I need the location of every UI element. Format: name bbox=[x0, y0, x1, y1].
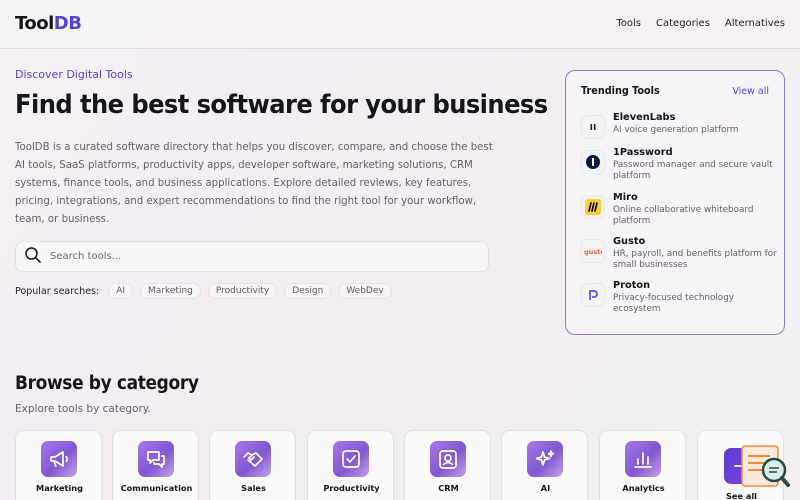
category-card-productivity[interactable]: Productivity bbox=[307, 430, 394, 500]
page-title: Find the best software for your business bbox=[15, 90, 548, 120]
popular-chip-productivity[interactable]: Productivity bbox=[207, 283, 278, 299]
category-label: Marketing bbox=[36, 483, 83, 493]
trending-item-desc: Password manager and secure vault platfo… bbox=[613, 160, 773, 181]
category-card-analytics[interactable]: Analytics bbox=[599, 430, 686, 500]
logo-accent-text: DB bbox=[53, 13, 82, 34]
search-input[interactable] bbox=[50, 251, 470, 262]
miro-logo-icon bbox=[581, 195, 605, 219]
site-header: ToolDB Tools Categories Alternatives bbox=[0, 0, 800, 49]
trending-title: Trending Tools bbox=[581, 85, 660, 97]
category-label: Productivity bbox=[323, 483, 380, 493]
handshake-icon bbox=[235, 441, 271, 477]
nav-alternatives[interactable]: Alternatives bbox=[725, 18, 785, 29]
trending-item-desc: Online collaborative whiteboard platform bbox=[613, 205, 754, 226]
chat-bubbles-icon bbox=[138, 441, 174, 477]
checkbox-icon bbox=[333, 441, 369, 477]
popular-searches-label: Popular searches: bbox=[15, 285, 100, 297]
popular-chip-design[interactable]: Design bbox=[284, 283, 332, 299]
main-nav: Tools Categories Alternatives bbox=[616, 18, 785, 29]
category-card-marketing[interactable]: Marketing bbox=[15, 430, 102, 500]
category-label: CRM bbox=[438, 483, 459, 493]
popular-chip-webdev[interactable]: WebDev bbox=[338, 283, 392, 299]
trending-item-name: ElevenLabs bbox=[613, 112, 676, 123]
trending-item-name: Miro bbox=[613, 192, 638, 203]
trending-item-name: Proton bbox=[613, 280, 651, 291]
megaphone-icon bbox=[41, 441, 77, 477]
category-card-crm[interactable]: CRM bbox=[404, 430, 491, 500]
category-label: AI bbox=[540, 483, 551, 493]
category-label: Analytics bbox=[622, 483, 665, 493]
logo-text: Tool bbox=[15, 13, 54, 34]
popular-chip-marketing[interactable]: Marketing bbox=[140, 283, 201, 299]
popular-chip-ai[interactable]: AI bbox=[108, 283, 134, 299]
bar-chart-icon bbox=[625, 441, 661, 477]
trending-tools-card: Trending Tools View all ElevenLabs AI vo… bbox=[565, 70, 785, 335]
category-label: Sales bbox=[241, 483, 266, 493]
logo[interactable]: ToolDB bbox=[15, 13, 82, 34]
hero-description: ToolDB is a curated software directory t… bbox=[15, 142, 493, 225]
category-card-sales[interactable]: Sales bbox=[209, 430, 296, 500]
hero-eyebrow: Discover Digital Tools bbox=[15, 68, 133, 81]
category-label: Communication bbox=[120, 483, 193, 493]
gusto-logo-icon: gusto bbox=[581, 239, 605, 263]
nav-tools[interactable]: Tools bbox=[616, 18, 641, 29]
nav-categories[interactable]: Categories bbox=[656, 18, 710, 29]
browse-subtitle: Explore tools by category. bbox=[15, 403, 151, 415]
document-search-icon bbox=[740, 445, 790, 496]
trending-item-desc: HR, payroll, and benefits platform for s… bbox=[613, 249, 777, 270]
floating-compare-button[interactable] bbox=[740, 444, 790, 492]
svg-text:gusto: gusto bbox=[584, 248, 602, 256]
category-card-communication[interactable]: Communication bbox=[112, 430, 199, 500]
search-icon bbox=[24, 246, 42, 268]
onepassword-logo-icon bbox=[581, 150, 605, 174]
proton-logo-icon bbox=[581, 283, 605, 307]
category-card-ai[interactable]: AI bbox=[501, 430, 588, 500]
search-box bbox=[15, 241, 489, 272]
popular-searches: Popular searches: AI Marketing Productiv… bbox=[15, 283, 392, 299]
view-all-link[interactable]: View all bbox=[732, 86, 769, 97]
sparkles-icon bbox=[527, 441, 563, 477]
elevenlabs-logo-icon bbox=[581, 115, 605, 139]
browse-title: Browse by category bbox=[15, 373, 199, 394]
trending-item-name: 1Password bbox=[613, 147, 673, 158]
contact-card-icon bbox=[430, 441, 466, 477]
trending-item-desc: Privacy-focused technology ecosystem bbox=[613, 293, 734, 314]
trending-item-name: Gusto bbox=[613, 236, 646, 247]
trending-item-desc: AI voice generation platform bbox=[613, 125, 739, 135]
